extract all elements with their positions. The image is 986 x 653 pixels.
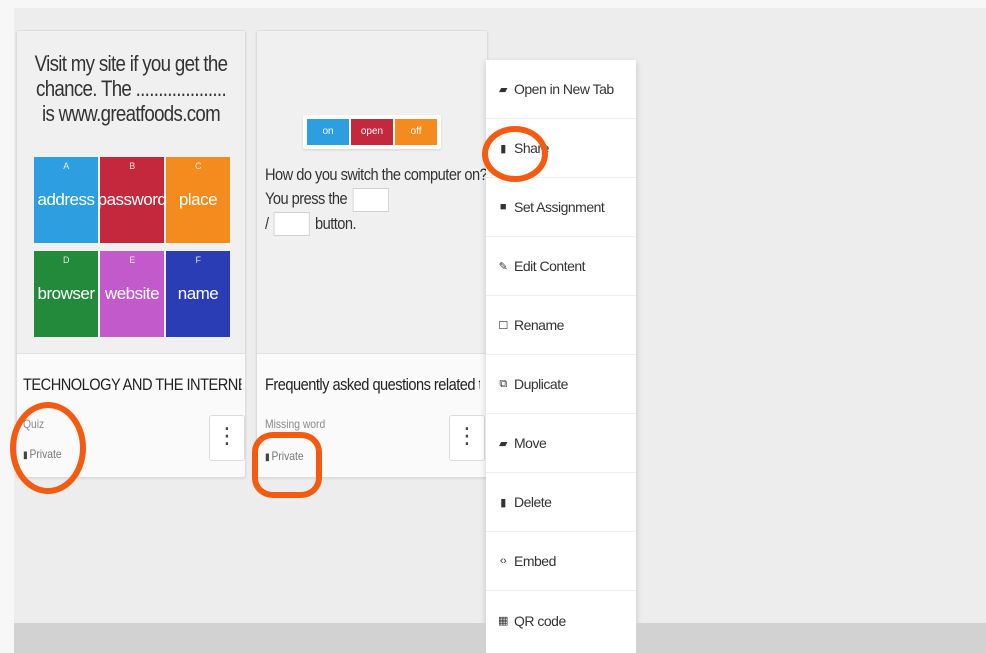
answer-tile: C place xyxy=(166,157,230,243)
menu-item-rename[interactable]: ☐ Rename xyxy=(486,296,636,355)
preview-button-row: on open off xyxy=(303,115,441,149)
answer-tile: D browser xyxy=(34,251,98,337)
card-title[interactable]: Frequently asked questions related t xyxy=(265,375,480,395)
card-preview[interactable]: on open off How do you switch the comput… xyxy=(257,31,488,354)
annotation-circle-private-1 xyxy=(10,402,86,494)
duplicate-icon: ⧉ xyxy=(499,377,507,390)
answer-tile: F name xyxy=(166,251,230,337)
menu-item-embed[interactable]: ‹› Embed xyxy=(486,532,636,591)
screen: Visit my site if you get the chance. The… xyxy=(0,0,986,653)
card-menu-button[interactable]: ⋮ xyxy=(209,415,245,461)
assignment-icon: ■ xyxy=(499,201,507,213)
preview-question: How do you switch the computer on? You p… xyxy=(265,163,488,237)
left-strip xyxy=(0,0,14,653)
menu-item-edit-content[interactable]: ✎ Edit Content xyxy=(486,237,636,296)
pencil-icon: ✎ xyxy=(498,260,508,273)
activity-card-2[interactable]: on open off How do you switch the comput… xyxy=(256,30,488,478)
card-preview[interactable]: Visit my site if you get the chance. The… xyxy=(17,31,245,354)
menu-item-open-in-new-tab[interactable]: ▰ Open in New Tab xyxy=(486,60,636,119)
preview-text: Visit my site if you get the chance. The… xyxy=(34,51,228,126)
menu-item-move[interactable]: ▰ Move xyxy=(486,414,636,473)
trash-icon: ▮ xyxy=(500,496,506,509)
menu-item-duplicate[interactable]: ⧉ Duplicate xyxy=(486,355,636,414)
code-icon: ‹› xyxy=(499,555,507,567)
card-title[interactable]: TECHNOLOGY AND THE INTERNET xyxy=(23,375,241,395)
preview-button: open xyxy=(351,119,393,145)
answer-tile: E website xyxy=(100,251,164,337)
blank-box xyxy=(352,187,389,212)
menu-item-qr-code[interactable]: ▦ QR code xyxy=(486,591,636,650)
answer-tile: A address xyxy=(34,157,98,243)
footer-bar xyxy=(636,623,986,653)
qr-code-icon: ▦ xyxy=(498,615,508,627)
folder-open-icon: ▰ xyxy=(499,83,507,96)
top-strip xyxy=(0,0,986,8)
preview-button: on xyxy=(307,119,349,145)
menu-item-delete[interactable]: ▮ Delete xyxy=(486,473,636,532)
activity-type: Missing word xyxy=(265,417,326,431)
annotation-circle-share xyxy=(482,126,548,182)
footer-bar xyxy=(14,623,486,653)
answer-tile: B password xyxy=(98,157,167,243)
move-icon: ▰ xyxy=(499,437,507,450)
annotation-circle-private-2 xyxy=(252,432,322,498)
card-menu-button[interactable]: ⋮ xyxy=(449,415,485,461)
blank-box xyxy=(273,212,310,237)
preview-button: off xyxy=(395,119,437,145)
menu-item-set-assignment[interactable]: ■ Set Assignment xyxy=(486,178,636,237)
rename-icon: ☐ xyxy=(498,319,508,332)
